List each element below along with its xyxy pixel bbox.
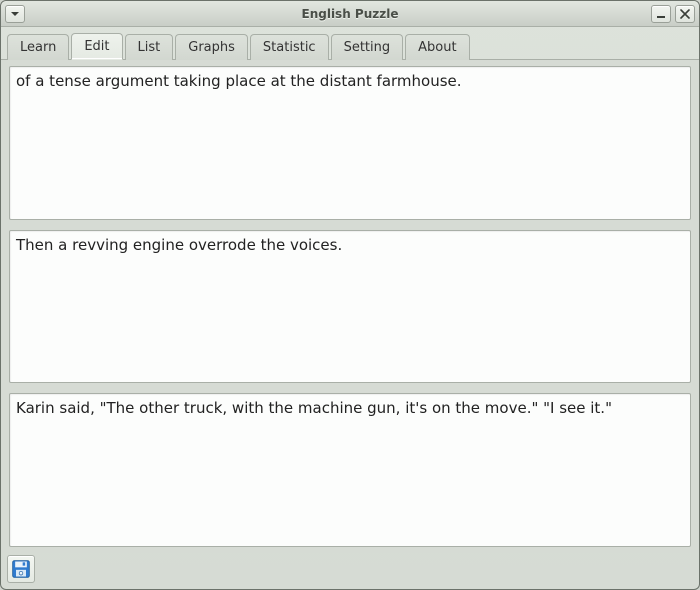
tab-label: Statistic xyxy=(263,40,316,55)
window-title: English Puzzle xyxy=(1,7,699,21)
tab-label: Graphs xyxy=(188,40,235,55)
tab-statistic[interactable]: Statistic xyxy=(250,34,329,60)
window-controls xyxy=(651,5,695,23)
edit-panel: of a tense argument taking place at the … xyxy=(1,60,699,553)
close-button[interactable] xyxy=(675,5,695,23)
tab-label: About xyxy=(418,40,456,55)
bottom-toolbar xyxy=(1,553,699,589)
chevron-down-icon xyxy=(11,12,19,16)
tab-label: List xyxy=(138,40,161,55)
minimize-icon xyxy=(657,16,665,18)
sentence-textbox-1[interactable]: of a tense argument taking place at the … xyxy=(9,66,691,220)
sentence-textbox-3[interactable]: Karin said, "The other truck, with the m… xyxy=(9,393,691,547)
tab-learn[interactable]: Learn xyxy=(7,34,69,60)
close-icon xyxy=(680,9,690,19)
tab-label: Edit xyxy=(84,39,109,54)
tab-label: Learn xyxy=(20,40,56,55)
tabbar: Learn Edit List Graphs Statistic Setting… xyxy=(1,31,699,60)
tab-setting[interactable]: Setting xyxy=(331,34,404,60)
tab-graphs[interactable]: Graphs xyxy=(175,34,248,60)
floppy-disk-icon xyxy=(11,559,31,579)
titlebar[interactable]: English Puzzle xyxy=(1,1,699,27)
window-menu-button[interactable] xyxy=(5,5,25,23)
tab-list[interactable]: List xyxy=(125,34,174,60)
app-window: English Puzzle Learn Edit List Graphs St… xyxy=(0,0,700,590)
minimize-button[interactable] xyxy=(651,5,671,23)
sentence-textbox-2[interactable]: Then a revving engine overrode the voice… xyxy=(9,230,691,384)
tab-edit[interactable]: Edit xyxy=(71,33,122,60)
save-button[interactable] xyxy=(7,555,35,583)
tab-label: Setting xyxy=(344,40,391,55)
tab-about[interactable]: About xyxy=(405,34,469,60)
